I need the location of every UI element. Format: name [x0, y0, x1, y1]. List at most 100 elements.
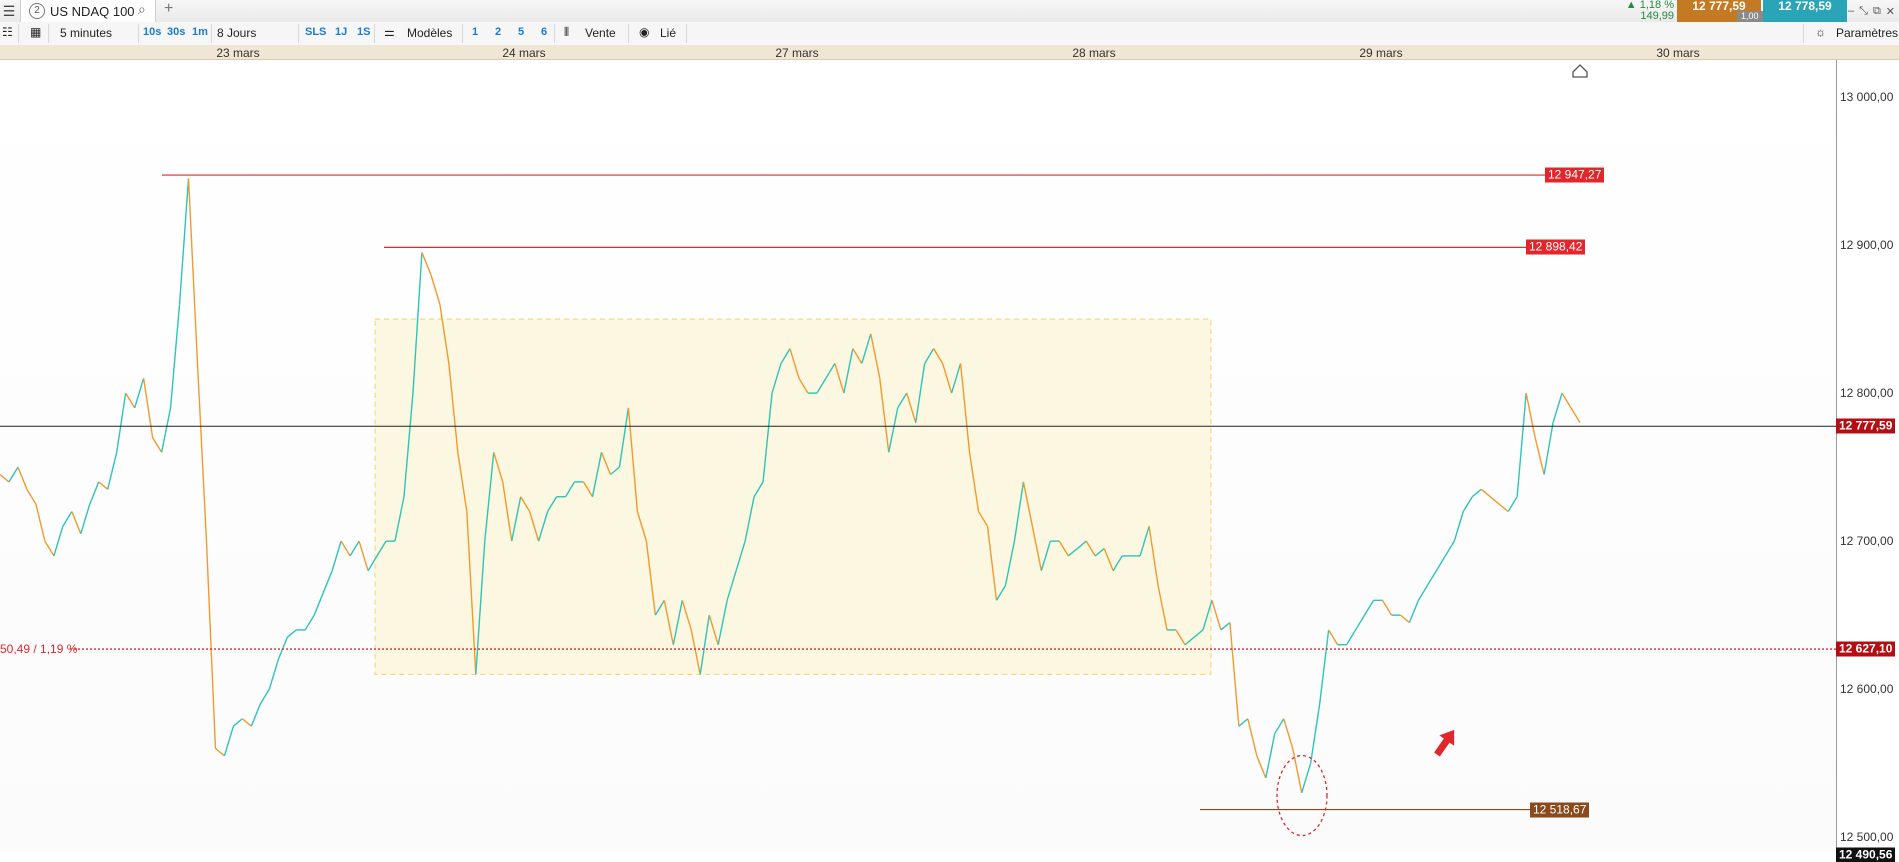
buy-price: 12 778,59: [1778, 0, 1832, 13]
divider: [138, 24, 139, 43]
price-segment: [142, 378, 154, 438]
support-price-tag[interactable]: 12 518,67: [1530, 802, 1590, 818]
price-segment: [1435, 555, 1446, 572]
price-segment: [1498, 503, 1509, 513]
date-label: 24 mars: [502, 46, 546, 60]
price-segment: [268, 659, 279, 690]
template-slot-2[interactable]: 2: [495, 26, 501, 38]
tab-number-badge: 2: [29, 3, 45, 19]
templates-button[interactable]: Modèles: [407, 26, 452, 40]
price-segment: [1489, 496, 1500, 505]
range-1j[interactable]: 1J: [335, 26, 347, 38]
divider: [686, 24, 687, 43]
price-segment: [26, 488, 37, 505]
previous-close-price-tag: 12 627,10: [1836, 641, 1896, 657]
hamburger-menu-icon[interactable]: ☰: [0, 2, 18, 20]
price-segment: [152, 437, 163, 453]
price-segment: [169, 304, 181, 408]
trend-up-arrow-icon: [1434, 729, 1455, 757]
price-segment: [1408, 600, 1420, 623]
price-segment: [1328, 629, 1339, 646]
scroll-to-latest-icon[interactable]: [1572, 64, 1588, 78]
resistance-1-price-tag[interactable]: 12 947,27: [1545, 167, 1605, 183]
price-segment: [133, 378, 145, 409]
price-segment: [232, 718, 243, 727]
price-segment: [80, 503, 91, 534]
price-segment: [1453, 511, 1464, 542]
current-price-tag: 12 777,59: [1836, 418, 1896, 434]
range-1s[interactable]: 1S: [357, 26, 370, 38]
price-segment: [178, 178, 190, 305]
side-select[interactable]: Vente: [585, 26, 616, 40]
template-slot-1[interactable]: 1: [472, 26, 478, 38]
price-segment: [322, 570, 333, 594]
divider: [1803, 24, 1804, 43]
interval-30s[interactable]: 30s: [167, 26, 185, 38]
candlestick-icon: ⫴: [564, 25, 570, 39]
close-icon[interactable]: ✕: [1886, 5, 1895, 18]
price-segment: [8, 466, 19, 483]
linked-toggle[interactable]: Lié: [660, 26, 676, 40]
price-segment: [107, 452, 118, 490]
shrink-icon[interactable]: ⤡: [1859, 5, 1868, 18]
price-segment: [223, 725, 235, 756]
sliders-icon: ⚌: [384, 25, 395, 39]
price-segment: [1301, 762, 1312, 793]
template-slot-5[interactable]: 5: [518, 26, 524, 38]
date-label: 23 mars: [216, 46, 260, 60]
price-segment: [430, 274, 441, 305]
price-segment: [1220, 622, 1231, 631]
price-tick-label: 13 000,00: [1840, 90, 1894, 104]
low-highlight-circle: [1276, 754, 1328, 837]
price-segment: [1570, 407, 1581, 424]
interval-10s[interactable]: 10s: [143, 26, 161, 38]
list-icon[interactable]: ☷: [2, 25, 13, 39]
add-tab-button[interactable]: +: [164, 0, 173, 18]
detach-icon[interactable]: ⧉: [1873, 5, 1881, 18]
price-segment: [1471, 488, 1482, 498]
settings-button[interactable]: Paramètres: [1836, 26, 1898, 40]
price-segment: [1363, 599, 1375, 616]
price-segment: [1345, 629, 1357, 646]
price-segment: [1552, 392, 1563, 423]
layout-icon[interactable]: ▦: [30, 25, 41, 39]
daily-change: ▲ 1,18 % 149,99: [1617, 0, 1674, 22]
price-segment: [215, 747, 225, 757]
price-segment: [1426, 570, 1437, 586]
chart-toolbar: ☷ ▦ 5 minutes 10s 30s 1m 8 Jours SLS 1J …: [0, 22, 1899, 46]
price-axis[interactable]: [1836, 60, 1899, 852]
date-axis: 23 mars 24 mars 27 mars 28 mars 29 mars …: [0, 45, 1899, 60]
price-segment: [331, 540, 342, 571]
price-segment: [1283, 718, 1294, 749]
price-segment: [35, 503, 46, 542]
gear-icon[interactable]: ☼: [1815, 25, 1826, 39]
interval-select[interactable]: 5 minutes: [60, 26, 112, 40]
range-sls[interactable]: SLS: [305, 26, 326, 38]
template-slot-6[interactable]: 6: [541, 26, 547, 38]
interval-1m[interactable]: 1m: [192, 26, 208, 38]
price-segment: [340, 540, 351, 557]
price-segment: [304, 614, 315, 631]
date-label: 28 mars: [1072, 46, 1116, 60]
price-segment: [1543, 422, 1554, 475]
divider: [554, 24, 555, 43]
minimize-icon[interactable]: –: [1848, 5, 1854, 17]
price-segment: [187, 178, 199, 364]
resistance-2-price-tag[interactable]: 12 898,42: [1526, 239, 1586, 255]
price-segment: [1229, 622, 1240, 727]
search-icon[interactable]: ⌕: [138, 1, 146, 18]
price-segment: [1400, 614, 1410, 624]
price-segment: [0, 473, 10, 483]
price-segment: [98, 481, 109, 490]
price-tick-label: 12 900,00: [1840, 238, 1894, 253]
window-controls: – ⤡ ⧉ ✕: [1848, 0, 1899, 22]
price-segment: [125, 392, 136, 409]
divider: [18, 24, 19, 43]
buy-price-button[interactable]: 12 778,59: [1763, 0, 1847, 22]
price-segment: [71, 511, 82, 534]
price-segment: [250, 703, 261, 727]
date-label: 30 mars: [1656, 46, 1700, 60]
chart-tab[interactable]: 2 US NDAQ 100 ⌕: [20, 0, 156, 22]
date-label: 29 mars: [1359, 46, 1403, 60]
period-select[interactable]: 8 Jours: [217, 26, 256, 40]
